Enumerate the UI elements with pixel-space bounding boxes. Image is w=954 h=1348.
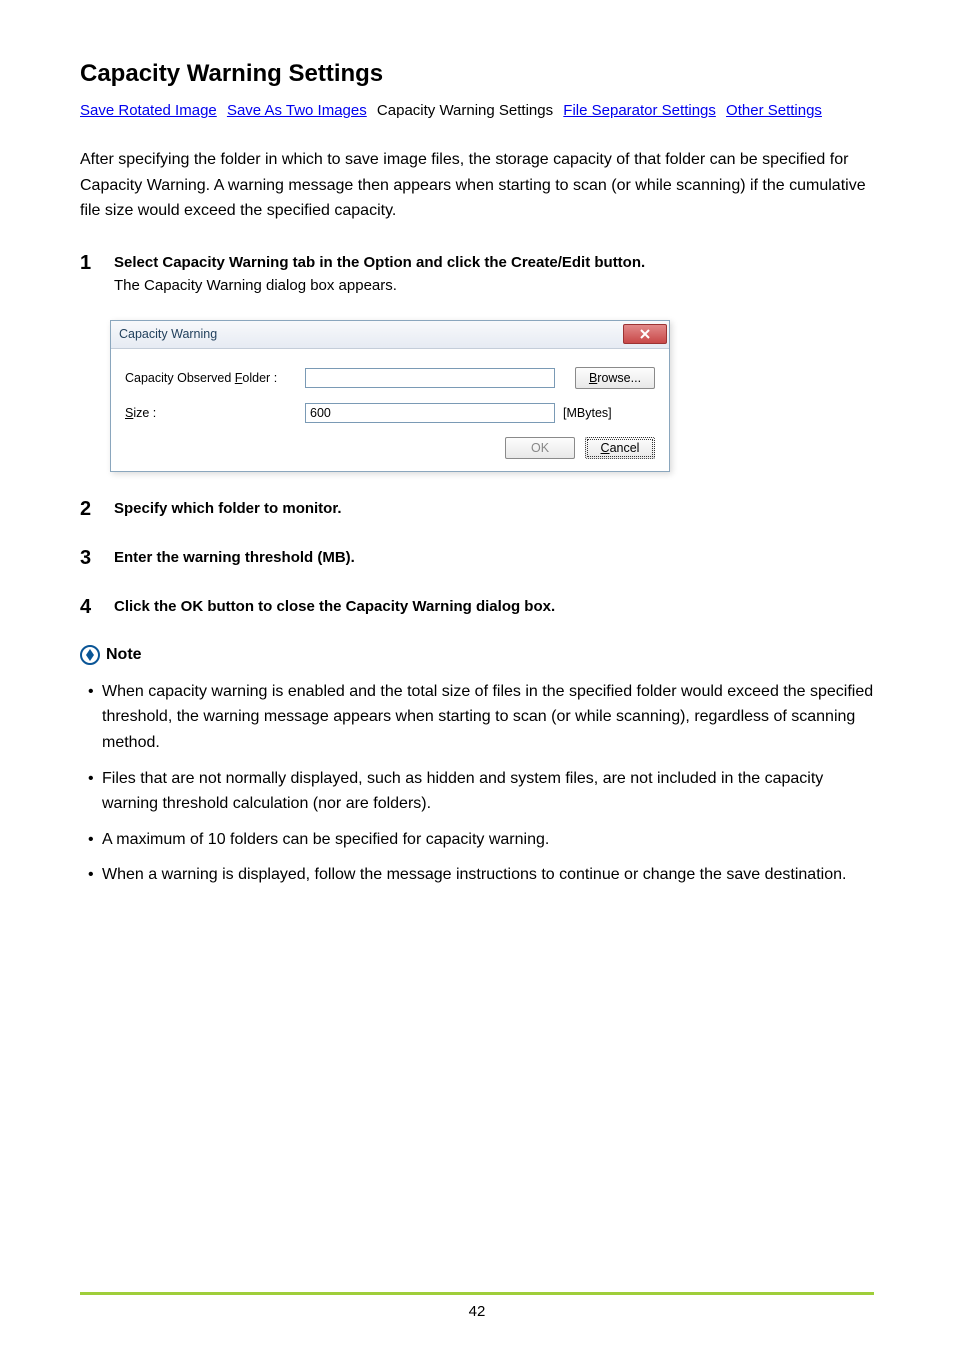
folder-input[interactable] bbox=[305, 368, 555, 388]
cancel-button[interactable]: Cancel bbox=[585, 437, 655, 459]
step-1-sub: The Capacity Warning dialog box appears. bbox=[114, 277, 874, 294]
nav-current: Capacity Warning Settings bbox=[377, 102, 553, 119]
nav-save-two-images[interactable]: Save As Two Images bbox=[227, 102, 367, 119]
size-input[interactable] bbox=[305, 403, 555, 423]
close-button[interactable] bbox=[623, 324, 667, 344]
note-item: Files that are not normally displayed, s… bbox=[80, 766, 874, 817]
folder-label: Capacity Observed Folder : bbox=[125, 371, 305, 385]
step-2-number: 2 bbox=[80, 498, 114, 521]
step-3-number: 3 bbox=[80, 547, 114, 570]
size-units: [MBytes] bbox=[563, 406, 612, 420]
ok-button[interactable]: OK bbox=[505, 437, 575, 459]
page-number: 42 bbox=[0, 1303, 954, 1320]
capacity-warning-dialog: Capacity Warning Capacity Observed Folde… bbox=[110, 320, 670, 472]
size-label: Size : bbox=[125, 406, 305, 420]
note-heading: Note bbox=[106, 646, 142, 664]
page-title: Capacity Warning Settings bbox=[80, 60, 874, 88]
close-icon bbox=[640, 329, 650, 339]
step-1-number: 1 bbox=[80, 252, 114, 294]
step-2-title: Specify which folder to monitor. bbox=[114, 500, 874, 517]
footer-divider bbox=[80, 1292, 874, 1295]
intro-text: After specifying the folder in which to … bbox=[80, 147, 874, 224]
note-item: When capacity warning is enabled and the… bbox=[80, 679, 874, 756]
nav-tabs: Save Rotated Image Save As Two Images Ca… bbox=[80, 102, 874, 119]
dialog-title: Capacity Warning bbox=[119, 327, 217, 341]
nav-other-settings[interactable]: Other Settings bbox=[726, 102, 822, 119]
note-item: When a warning is displayed, follow the … bbox=[80, 862, 874, 888]
step-1-title: Select Capacity Warning tab in the Optio… bbox=[114, 254, 874, 271]
note-item: A maximum of 10 folders can be specified… bbox=[80, 827, 874, 853]
browse-button[interactable]: Browse... bbox=[575, 367, 655, 389]
step-3-title: Enter the warning threshold (MB). bbox=[114, 549, 874, 566]
nav-file-separator[interactable]: File Separator Settings bbox=[563, 102, 716, 119]
step-4-title: Click the OK button to close the Capacit… bbox=[114, 598, 874, 615]
nav-save-rotated[interactable]: Save Rotated Image bbox=[80, 102, 217, 119]
step-4-number: 4 bbox=[80, 596, 114, 619]
note-list: When capacity warning is enabled and the… bbox=[80, 679, 874, 888]
note-icon bbox=[80, 645, 100, 665]
